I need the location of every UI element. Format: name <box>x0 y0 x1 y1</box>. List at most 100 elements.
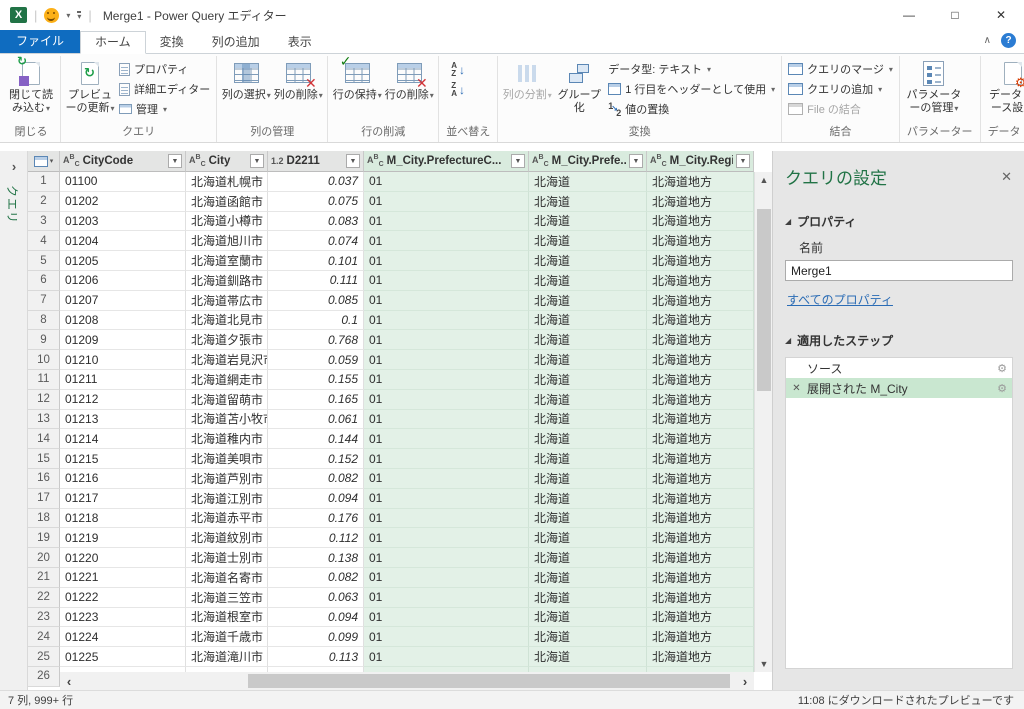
filter-dropdown-icon[interactable]: ▼ <box>629 154 643 168</box>
grid-cell[interactable]: 0.768 <box>268 330 364 350</box>
grid-cell[interactable]: 北海道 <box>529 311 647 331</box>
queries-pane-label[interactable]: クエリ <box>4 185 21 224</box>
grid-cell[interactable]: 01218 <box>60 509 186 529</box>
grid-cell[interactable]: 北海道江別市 <box>186 489 268 509</box>
grid-cell[interactable]: 北海道 <box>529 509 647 529</box>
grid-cell[interactable]: 01 <box>364 509 529 529</box>
scroll-down-icon[interactable]: ▼ <box>755 659 772 669</box>
column-header-CityCode[interactable]: ABCCityCode▼ <box>60 151 186 172</box>
help-icon[interactable] <box>1001 33 1016 48</box>
row-number[interactable]: 8 <box>28 311 60 331</box>
grid-cell[interactable]: 01 <box>364 568 529 588</box>
grid-cell[interactable]: 北海道地方 <box>647 410 754 430</box>
vertical-scrollbar-thumb[interactable] <box>757 209 771 391</box>
grid-cell[interactable]: 北海道地方 <box>647 192 754 212</box>
grid-cell[interactable]: 北海道名寄市 <box>186 568 268 588</box>
row-number[interactable]: 25 <box>28 647 60 667</box>
grid-cell[interactable]: 0.155 <box>268 370 364 390</box>
grid-cell[interactable]: 北海道北見市 <box>186 311 268 331</box>
grid-cell[interactable]: 北海道 <box>529 429 647 449</box>
expand-queries-pane-icon[interactable]: › <box>0 159 28 174</box>
grid-cell[interactable]: 北海道 <box>529 192 647 212</box>
grid-cell[interactable]: 01 <box>364 410 529 430</box>
grid-cell[interactable]: 北海道地方 <box>647 350 754 370</box>
grid-cell[interactable]: 01207 <box>60 291 186 311</box>
grid-cell[interactable]: 北海道紋別市 <box>186 528 268 548</box>
quick-access-toolbar-dropdown-icon[interactable]: ▾ <box>77 11 81 20</box>
horizontal-scrollbar[interactable]: ‹ › <box>60 672 754 690</box>
close-and-load-button[interactable]: 閉じて読み込む <box>5 56 57 115</box>
grid-cell[interactable]: 01224 <box>60 627 186 647</box>
column-header-M_City.Prefe...[interactable]: ABCM_City.Prefe...▼ <box>529 151 647 172</box>
row-number[interactable]: 19 <box>28 528 60 548</box>
grid-cell[interactable]: 北海道美唄市 <box>186 449 268 469</box>
grid-cell[interactable]: 北海道地方 <box>647 429 754 449</box>
grid-cell[interactable]: 01 <box>364 548 529 568</box>
data-type-button[interactable]: データ型: テキスト <box>605 59 778 79</box>
grid-cell[interactable]: 北海道 <box>529 627 647 647</box>
grid-cell[interactable]: 北海道地方 <box>647 548 754 568</box>
tab-file[interactable]: ファイル <box>0 30 80 53</box>
scroll-left-icon[interactable]: ‹ <box>60 674 78 689</box>
grid-cell[interactable]: 0.112 <box>268 528 364 548</box>
row-number[interactable]: 9 <box>28 330 60 350</box>
filter-dropdown-icon[interactable]: ▼ <box>511 154 525 168</box>
tab-home[interactable]: ホーム <box>80 31 146 54</box>
grid-cell[interactable]: 01 <box>364 172 529 192</box>
row-number[interactable]: 17 <box>28 489 60 509</box>
append-queries-button[interactable]: クエリの追加 <box>785 79 896 99</box>
maximize-button[interactable]: □ <box>932 0 978 30</box>
query-name-input[interactable] <box>785 260 1013 281</box>
tab-add-column[interactable]: 列の追加 <box>198 31 274 53</box>
grid-cell[interactable]: 北海道三笠市 <box>186 588 268 608</box>
grid-cell[interactable]: 北海道地方 <box>647 212 754 232</box>
grid-cell[interactable]: 01 <box>364 192 529 212</box>
grid-cell[interactable]: 北海道 <box>529 449 647 469</box>
grid-cell[interactable]: 北海道地方 <box>647 568 754 588</box>
grid-cell[interactable]: 北海道地方 <box>647 291 754 311</box>
decimal-type-icon[interactable]: 1.2 <box>271 156 284 166</box>
grid-cell[interactable]: 北海道 <box>529 251 647 271</box>
row-number[interactable]: 16 <box>28 469 60 489</box>
text-type-icon[interactable]: ABC <box>532 154 549 168</box>
split-column-button[interactable]: 列の分割 <box>501 56 553 102</box>
grid-cell[interactable]: 0.176 <box>268 509 364 529</box>
applied-step[interactable]: ✕展開された M_City⚙ <box>786 378 1012 398</box>
grid-cell[interactable]: 北海道稚内市 <box>186 429 268 449</box>
grid-cell[interactable]: 01 <box>364 390 529 410</box>
grid-cell[interactable]: 0.1 <box>268 311 364 331</box>
data-source-settings-button[interactable]: データ ソース設定 <box>984 56 1024 115</box>
properties-button[interactable]: プロパティ <box>116 59 213 79</box>
grid-cell[interactable]: 0.085 <box>268 291 364 311</box>
grid-cell[interactable]: 0.099 <box>268 627 364 647</box>
grid-cell[interactable]: 北海道 <box>529 172 647 192</box>
grid-cell[interactable]: 北海道 <box>529 212 647 232</box>
grid-cell[interactable]: 01225 <box>60 647 186 667</box>
merge-queries-button[interactable]: クエリのマージ <box>785 59 896 79</box>
text-type-icon[interactable]: ABC <box>367 154 384 168</box>
grid-cell[interactable]: 01214 <box>60 429 186 449</box>
grid-cell[interactable]: 北海道芦別市 <box>186 469 268 489</box>
grid-cell[interactable]: 01202 <box>60 192 186 212</box>
grid-cell[interactable]: 01100 <box>60 172 186 192</box>
vertical-scrollbar[interactable]: ▲ ▼ <box>754 172 772 672</box>
row-number[interactable]: 15 <box>28 449 60 469</box>
grid-cell[interactable]: 01 <box>364 608 529 628</box>
smiley-dropdown-caret-icon[interactable]: ▾ <box>66 11 70 20</box>
applied-steps-section-header[interactable]: 適用したステップ <box>785 332 1012 349</box>
grid-cell[interactable]: 北海道地方 <box>647 330 754 350</box>
grid-cell[interactable]: 北海道地方 <box>647 251 754 271</box>
grid-cell[interactable]: 01221 <box>60 568 186 588</box>
grid-cell[interactable]: 北海道 <box>529 548 647 568</box>
scroll-up-icon[interactable]: ▲ <box>755 175 772 185</box>
grid-cell[interactable]: 北海道根室市 <box>186 608 268 628</box>
grid-cell[interactable]: 北海道苫小牧市 <box>186 410 268 430</box>
text-type-icon[interactable]: ABC <box>650 154 667 168</box>
row-number[interactable]: 3 <box>28 212 60 232</box>
text-type-icon[interactable]: ABC <box>189 154 206 168</box>
grid-cell[interactable]: 北海道地方 <box>647 509 754 529</box>
row-number[interactable]: 7 <box>28 291 60 311</box>
advanced-editor-button[interactable]: 詳細エディター <box>116 79 213 99</box>
row-number[interactable]: 12 <box>28 390 60 410</box>
grid-cell[interactable]: 01 <box>364 489 529 509</box>
